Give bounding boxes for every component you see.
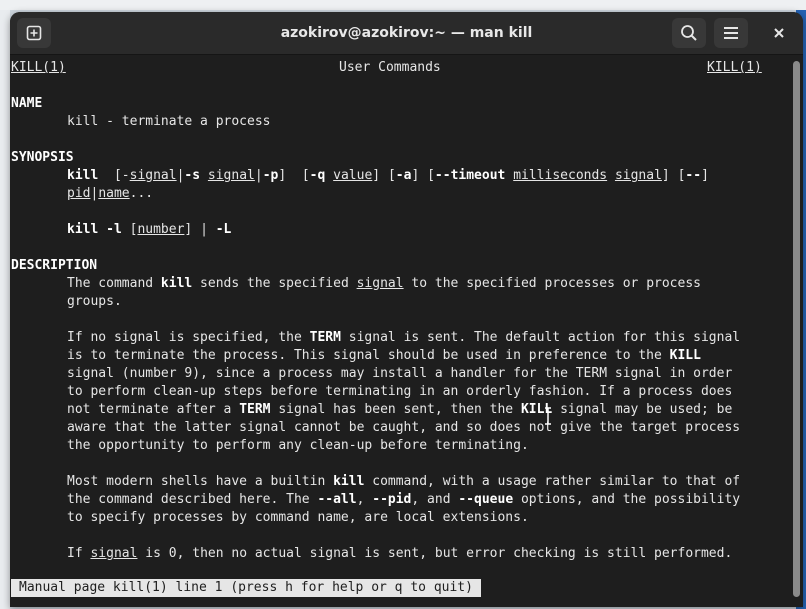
new-tab-icon — [26, 25, 42, 41]
description-line: not terminate after a TERM signal has be… — [67, 402, 733, 417]
synopsis-line-3: kill -l [number] | -L — [67, 222, 232, 237]
man-header-right: KILL(1) — [707, 60, 762, 75]
text-cursor-icon — [545, 407, 551, 425]
background-desktop — [0, 0, 806, 10]
section-heading-description: DESCRIPTION — [11, 258, 98, 273]
description-line: If signal is 0, then no actual signal is… — [67, 546, 733, 561]
close-icon — [774, 28, 784, 38]
description-line: Most modern shells have a builtin kill c… — [67, 474, 741, 489]
new-tab-button[interactable] — [17, 18, 51, 48]
description-line: The command kill sends the specified sig… — [67, 276, 701, 291]
man-header-center: User Commands — [339, 60, 441, 75]
synopsis-line-1: kill [-signal|-s signal|-p] [-q value] [… — [67, 168, 709, 183]
section-heading-synopsis: SYNOPSIS — [11, 150, 74, 165]
description-line: is to terminate the process. This signal… — [67, 348, 701, 363]
search-button[interactable] — [672, 18, 706, 48]
description-line: the opportunity to perform any clean-up … — [67, 438, 529, 453]
description-line: groups. — [67, 294, 122, 309]
description-line: to specify processes by command name, ar… — [67, 510, 529, 525]
pager-status-line: Manual page kill(1) line 1 (press h for … — [11, 579, 481, 597]
close-button[interactable] — [762, 18, 796, 48]
name-line: kill - terminate a process — [67, 114, 271, 129]
section-heading-name: NAME — [11, 96, 43, 111]
scrollbar[interactable] — [790, 55, 803, 607]
description-line: signal (number 9), since a process may i… — [67, 366, 733, 381]
title-bar: azokirov@azokirov:~ — man kill — [10, 12, 803, 55]
menu-button[interactable] — [714, 18, 748, 48]
description-line: aware that the latter signal cannot be c… — [67, 420, 741, 435]
terminal-window: azokirov@azokirov:~ — man kill KILL(1) U… — [10, 12, 803, 607]
description-line: If no signal is specified, the TERM sign… — [67, 330, 741, 345]
terminal-content[interactable]: KILL(1) User Commands KILL(1) NAME kill … — [10, 55, 790, 607]
description-line: to perform clean-up steps before termina… — [67, 384, 733, 399]
synopsis-line-2: pid|name... — [67, 186, 154, 201]
hamburger-menu-icon — [724, 27, 738, 39]
background-window-edge — [0, 10, 10, 609]
scrollbar-thumb[interactable] — [793, 61, 800, 597]
man-header-left: KILL(1) — [11, 60, 66, 75]
search-icon — [681, 25, 697, 41]
description-line: the command described here. The --all, -… — [67, 492, 741, 507]
